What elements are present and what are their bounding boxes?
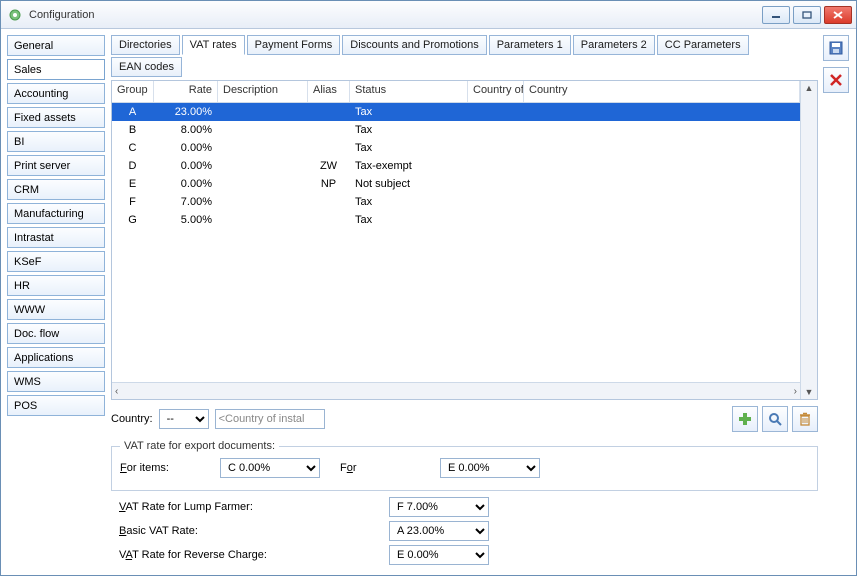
table-row[interactable]: E0.00%NPNot subject bbox=[112, 175, 800, 193]
reverse-charge-select[interactable]: E 0.00% bbox=[389, 545, 489, 565]
tab-discounts-and-promotions[interactable]: Discounts and Promotions bbox=[342, 35, 486, 55]
reverse-charge-label: VAT Rate for Reverse Charge: bbox=[119, 549, 299, 561]
lump-farmer-label: VAT Rate for Lump Farmer: bbox=[119, 501, 299, 513]
vertical-scrollbar[interactable]: ▲▼ bbox=[800, 81, 817, 399]
app-icon bbox=[7, 7, 23, 23]
vat-rates-grid: Group Rate Description Alias Status Coun… bbox=[111, 80, 818, 400]
table-row[interactable]: F7.00%Tax bbox=[112, 193, 800, 211]
country-select[interactable]: -- bbox=[159, 409, 209, 429]
nav-item-hr[interactable]: HR bbox=[7, 275, 105, 296]
tab-directories[interactable]: Directories bbox=[111, 35, 180, 55]
delete-button[interactable] bbox=[792, 406, 818, 432]
export-rates-legend: VAT rate for export documents: bbox=[120, 440, 279, 452]
left-nav: General Sales Accounting Fixed assets BI Prin… bbox=[1, 29, 105, 575]
lump-farmer-select[interactable]: F 7.00% bbox=[389, 497, 489, 517]
for-items-label: For items: bbox=[120, 462, 220, 474]
nav-item-doc-flow[interactable]: Doc. flow bbox=[7, 323, 105, 344]
country-install-field bbox=[215, 409, 325, 429]
table-row[interactable]: A23.00%Tax bbox=[112, 103, 800, 121]
for-select[interactable]: E 0.00% bbox=[440, 458, 540, 478]
close-button[interactable] bbox=[824, 6, 852, 24]
tab-parameters-2[interactable]: Parameters 2 bbox=[573, 35, 655, 55]
table-row[interactable]: G5.00%Tax bbox=[112, 211, 800, 229]
nav-item-bi[interactable]: BI bbox=[7, 131, 105, 152]
nav-item-pos[interactable]: POS bbox=[7, 395, 105, 416]
tab-strip: DirectoriesVAT ratesPayment FormsDiscoun… bbox=[111, 35, 818, 80]
nav-item-sales[interactable]: Sales bbox=[7, 59, 105, 80]
basic-rate-label: Basic VAT Rate: bbox=[119, 525, 299, 537]
grid-header: Group Rate Description Alias Status Coun… bbox=[112, 81, 800, 103]
tab-ean-codes[interactable]: EAN codes bbox=[111, 57, 182, 77]
basic-rate-select[interactable]: A 23.00% bbox=[389, 521, 489, 541]
for-items-select[interactable]: C 0.00% bbox=[220, 458, 320, 478]
tab-parameters-1[interactable]: Parameters 1 bbox=[489, 35, 571, 55]
tab-payment-forms[interactable]: Payment Forms bbox=[247, 35, 341, 55]
minimize-button[interactable] bbox=[762, 6, 790, 24]
nav-item-crm[interactable]: CRM bbox=[7, 179, 105, 200]
nav-item-manufacturing[interactable]: Manufacturing bbox=[7, 203, 105, 224]
nav-item-ksef[interactable]: KSeF bbox=[7, 251, 105, 272]
table-row[interactable]: B8.00%Tax bbox=[112, 121, 800, 139]
nav-item-accounting[interactable]: Accounting bbox=[7, 83, 105, 104]
for-label: For bbox=[340, 462, 440, 474]
table-row[interactable]: C0.00%Tax bbox=[112, 139, 800, 157]
preview-button[interactable] bbox=[762, 406, 788, 432]
country-label: Country: bbox=[111, 413, 153, 425]
table-row[interactable]: D0.00%ZWTax-exempt bbox=[112, 157, 800, 175]
maximize-button[interactable] bbox=[793, 6, 821, 24]
nav-item-fixed-assets[interactable]: Fixed assets bbox=[7, 107, 105, 128]
tab-vat-rates[interactable]: VAT rates bbox=[182, 35, 245, 55]
window-title: Configuration bbox=[29, 9, 762, 21]
nav-item-print-server[interactable]: Print server bbox=[7, 155, 105, 176]
horizontal-scrollbar[interactable]: ‹› bbox=[112, 382, 800, 399]
nav-item-www[interactable]: WWW bbox=[7, 299, 105, 320]
add-button[interactable] bbox=[732, 406, 758, 432]
nav-item-general[interactable]: General bbox=[7, 35, 105, 56]
cancel-button[interactable] bbox=[823, 67, 849, 93]
nav-item-wms[interactable]: WMS bbox=[7, 371, 105, 392]
nav-item-intrastat[interactable]: Intrastat bbox=[7, 227, 105, 248]
tab-cc-parameters[interactable]: CC Parameters bbox=[657, 35, 749, 55]
nav-item-applications[interactable]: Applications bbox=[7, 347, 105, 368]
export-rates-group: VAT rate for export documents: For items… bbox=[111, 440, 818, 491]
save-button[interactable] bbox=[823, 35, 849, 61]
grid-body[interactable]: A23.00%TaxB8.00%TaxC0.00%TaxD0.00%ZWTax-… bbox=[112, 103, 800, 382]
